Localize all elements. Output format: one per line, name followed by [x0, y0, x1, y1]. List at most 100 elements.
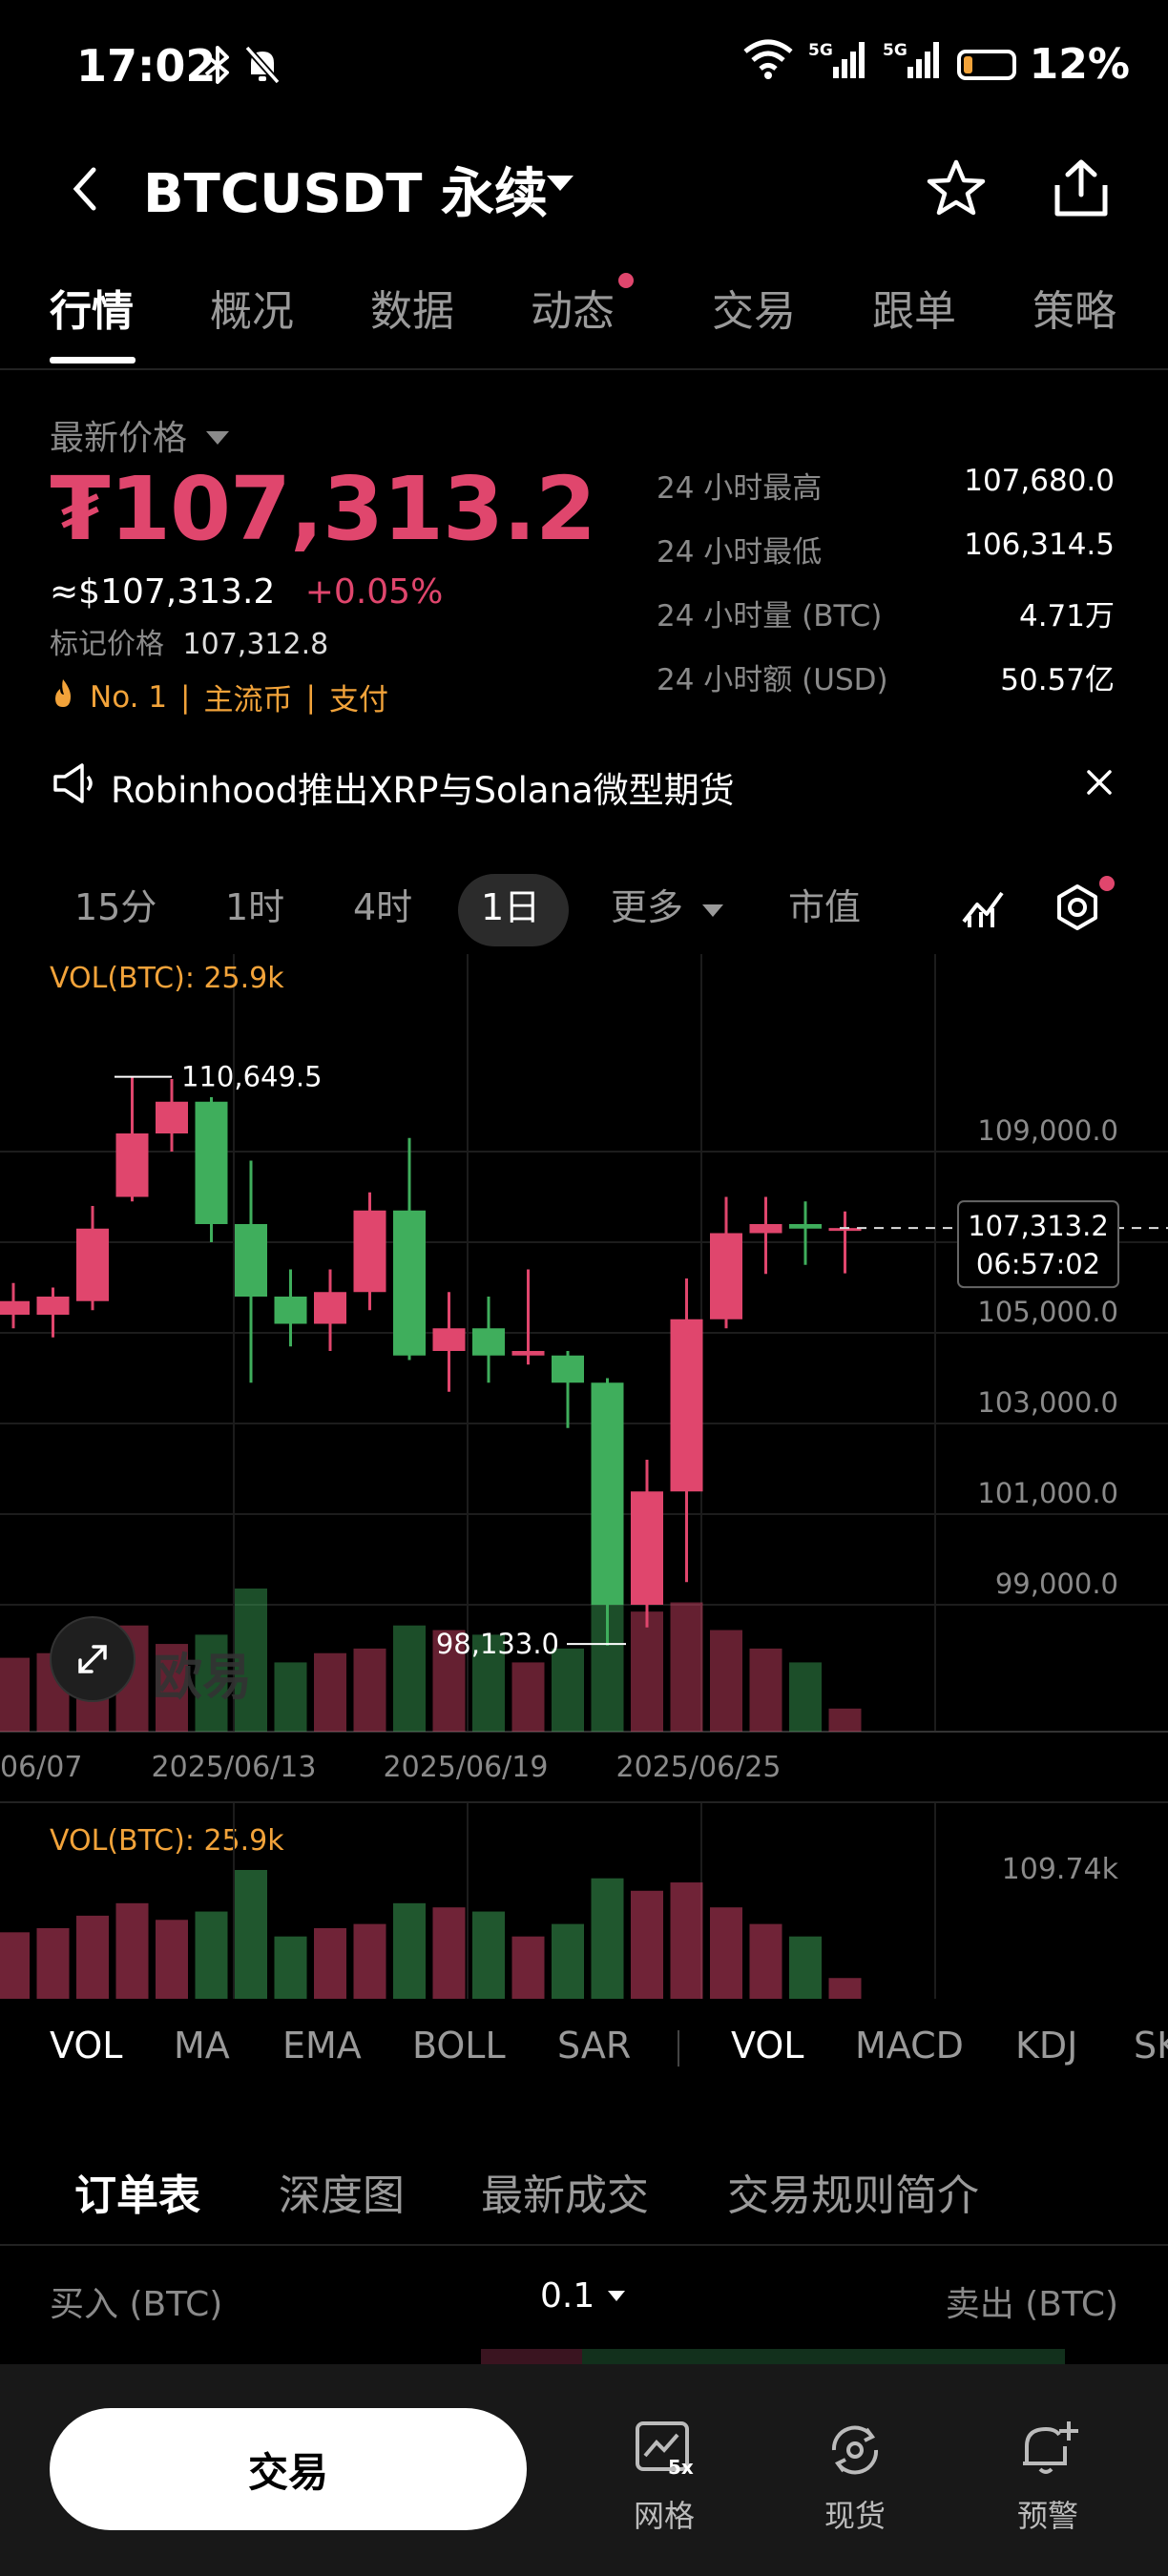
indicator-sub-vol[interactable]: VOL — [731, 2025, 803, 2067]
x-tick-label: 2025/06/13 — [152, 1751, 317, 1784]
indicator-macd[interactable]: MACD — [855, 2025, 964, 2067]
battery-icon — [956, 49, 1016, 80]
share-icon[interactable] — [1050, 155, 1113, 223]
y-tick-label: 99,000.0 — [995, 1568, 1118, 1600]
tags-row: No. 1 | 主流币 | 支付 — [50, 675, 388, 718]
candle-body — [195, 1101, 228, 1224]
tab-overview[interactable]: 概况 — [210, 277, 294, 338]
tab-latest-trades[interactable]: 最新成交 — [481, 2161, 649, 2222]
precision-select[interactable]: 0.1 — [540, 2276, 627, 2316]
payment-tag[interactable]: 支付 — [329, 675, 388, 718]
tab-orderbook[interactable]: 订单表 — [74, 2161, 200, 2222]
svg-text:5G: 5G — [883, 41, 907, 60]
candle-body — [749, 1224, 782, 1234]
interval-marketcap[interactable]: 市值 — [788, 878, 861, 930]
interval-15m[interactable]: 15分 — [74, 878, 156, 930]
trade-button[interactable]: 交易 — [50, 2408, 527, 2530]
tab-market[interactable]: 行情 — [50, 277, 134, 338]
x-tick-label: 06/07 — [0, 1751, 82, 1784]
candle-body — [115, 1133, 149, 1197]
settings-icon[interactable] — [1052, 882, 1103, 937]
caret-down-icon — [206, 431, 230, 445]
mark-price-value: 107,312.8 — [182, 628, 329, 661]
indicator-ma[interactable]: MA — [174, 2025, 230, 2067]
stat-label: 24 小时额 (USD) — [657, 663, 888, 697]
fullscreen-button[interactable] — [50, 1616, 136, 1702]
volume-bar — [36, 1927, 70, 1999]
stat-row-amount: 24 小时额 (USD) 50.57亿 — [657, 655, 1115, 698]
wifi-icon — [741, 38, 795, 91]
volume-bar — [393, 1902, 426, 1999]
tab-trade[interactable]: 交易 — [712, 277, 796, 338]
tab-data[interactable]: 数据 — [370, 277, 454, 338]
tab-depth[interactable]: 深度图 — [279, 2161, 405, 2222]
indicator-sar[interactable]: SAR — [557, 2025, 631, 2067]
x-tick-label: 2025/06/19 — [384, 1751, 549, 1784]
tab-trade-rules[interactable]: 交易规则简介 — [727, 2161, 979, 2222]
y-tick-label: 101,000.0 — [977, 1477, 1118, 1509]
volume-bar — [472, 1911, 505, 1999]
tab-strategy[interactable]: 策略 — [1032, 277, 1116, 338]
mark-price-row: 标记价格 107,312.8 — [50, 620, 328, 662]
grid-label[interactable]: 网格 — [607, 2492, 721, 2536]
expand-icon — [78, 1645, 107, 1673]
mainstream-tag[interactable]: 主流币 — [204, 675, 293, 718]
usd-price: ≈$107,313.2 — [50, 572, 276, 612]
stat-row-high: 24 小时最高 107,680.0 — [657, 464, 1115, 507]
bluetooth-icon — [200, 44, 235, 90]
back-icon[interactable] — [67, 162, 105, 219]
volume-bar — [511, 1936, 545, 1999]
depth-bar-ask — [582, 2349, 1065, 2364]
chevron-down-icon[interactable] — [544, 172, 576, 200]
y-tick-label: 103,000.0 — [977, 1386, 1118, 1419]
candle-body — [552, 1355, 584, 1383]
announcement-text[interactable]: Robinhood推出XRP与Solana微型期货 — [111, 761, 735, 813]
interval-1h[interactable]: 1时 — [225, 878, 284, 930]
interval-more[interactable]: 更多 — [611, 878, 683, 930]
volume-bar — [115, 1902, 149, 1999]
volume-bar — [156, 1920, 188, 1999]
settings-notification-dot — [1099, 876, 1115, 891]
interval-4h[interactable]: 4时 — [353, 878, 412, 930]
close-icon[interactable] — [1084, 767, 1115, 801]
spot-icon[interactable] — [824, 2420, 886, 2484]
volume-bar — [591, 1878, 624, 1999]
separator: | — [180, 679, 191, 715]
indicator-kdj[interactable]: KDJ — [1015, 2025, 1077, 2067]
volume-bar — [76, 1915, 109, 1999]
interval-1d[interactable]: 1日 — [481, 878, 540, 930]
indicator-vol[interactable]: VOL — [50, 2025, 122, 2067]
watermark-logo: 欧易 — [153, 1650, 253, 1707]
candle-body — [789, 1224, 822, 1229]
volume-chart — [0, 1803, 1168, 2004]
stat-label: 24 小时量 (BTC) — [657, 599, 883, 634]
spot-label[interactable]: 现货 — [798, 2492, 912, 2536]
volume-bar — [393, 1625, 426, 1732]
alert-label[interactable]: 预警 — [991, 2492, 1105, 2536]
megaphone-icon — [50, 759, 97, 811]
alert-bell-icon[interactable] — [1017, 2418, 1082, 2484]
caret-down-icon — [608, 2290, 626, 2301]
candle-body — [472, 1328, 505, 1356]
price-change: +0.05% — [304, 572, 444, 612]
rank-tag[interactable]: No. 1 — [90, 680, 167, 715]
stat-value: 50.57亿 — [1000, 663, 1115, 697]
divider — [0, 2244, 1168, 2246]
indicator-boll[interactable]: BOLL — [412, 2025, 506, 2067]
indicator-sk[interactable]: SK — [1134, 2025, 1168, 2067]
status-time: 17:02 — [76, 40, 217, 92]
tab-feed[interactable]: 动态 — [531, 277, 615, 338]
candle-body — [36, 1297, 70, 1315]
indicator-ema[interactable]: EMA — [282, 2025, 362, 2067]
star-icon[interactable] — [924, 156, 989, 225]
price-label[interactable]: 最新价格 — [50, 410, 232, 460]
signal-5g-icon: 5G — [808, 38, 869, 91]
current-price-label: 107,313.2 — [968, 1210, 1109, 1242]
chart-indicator-icon[interactable] — [960, 883, 1008, 935]
volume-bar — [631, 1611, 663, 1732]
page-title[interactable]: BTCUSDT 永续 — [143, 151, 548, 228]
volume-bar — [353, 1923, 386, 1999]
grid-badge: 5x — [668, 2456, 694, 2479]
y-tick-label: 105,000.0 — [977, 1296, 1118, 1328]
tab-copy[interactable]: 跟单 — [872, 277, 956, 338]
